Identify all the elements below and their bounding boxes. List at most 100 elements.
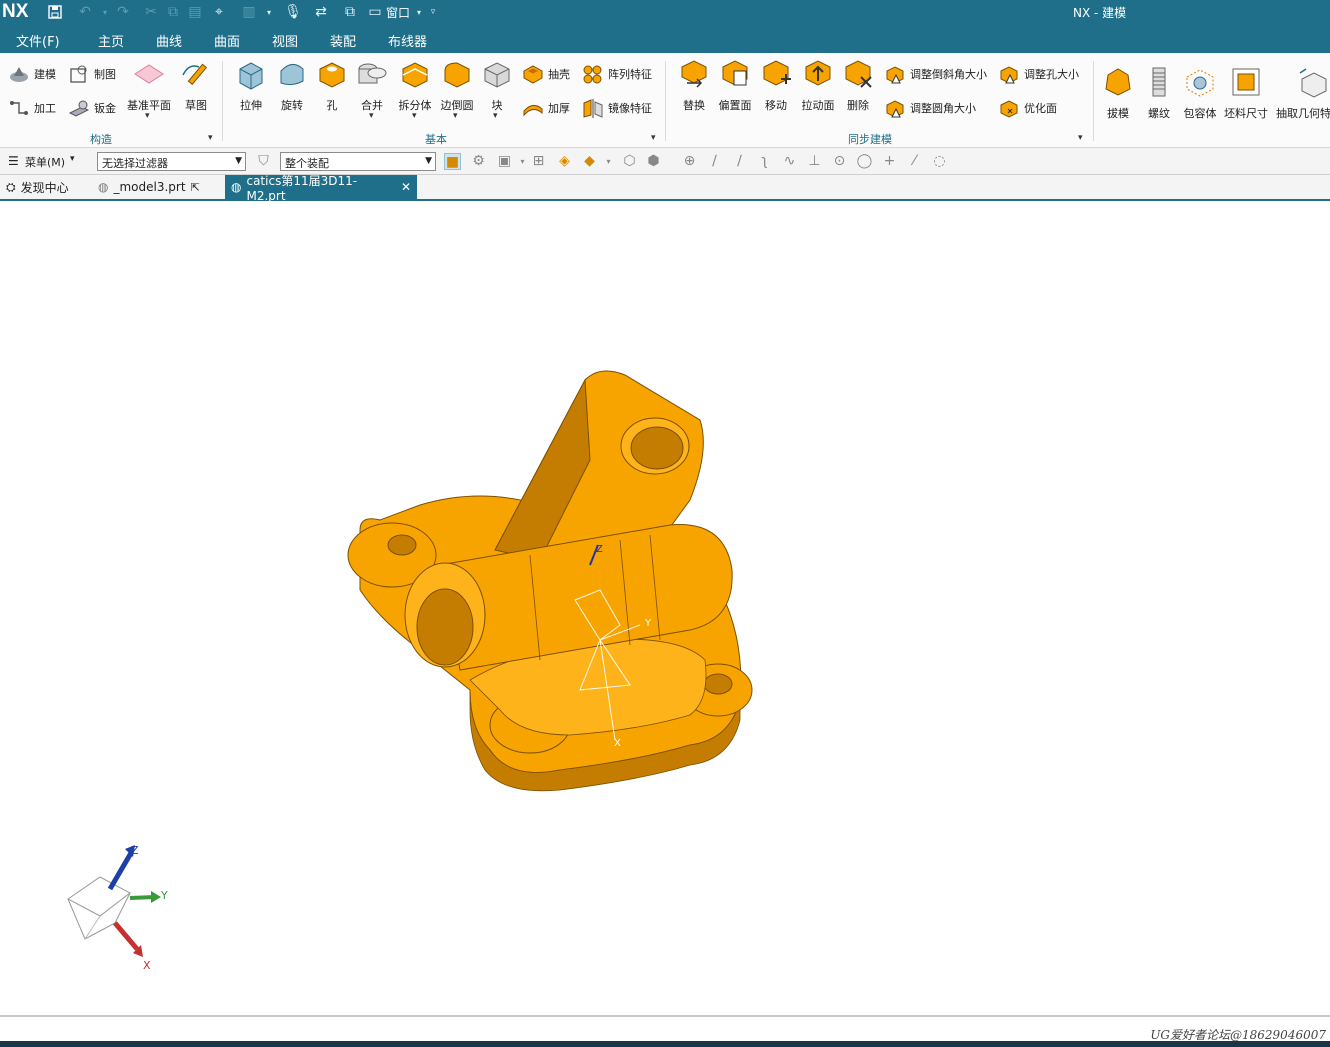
shell-label: 抽壳 [548,68,570,81]
sync-group-expand-icon[interactable]: ▾ [1078,133,1083,143]
sheet-metal-button[interactable]: 钣金 [68,97,116,119]
sketch-button[interactable]: 草图 [178,57,214,113]
menu-assembly[interactable]: 装配 [330,31,356,50]
cut-icon[interactable]: ✂ [142,3,160,21]
extract-geometry-button[interactable]: 抽取几何特 [1276,65,1330,121]
optimize-face-button[interactable]: 优化面 [998,97,1057,119]
touch-mode-icon[interactable]: ⇄ [312,3,330,21]
replace-face-button[interactable]: 替换 [676,57,712,113]
tab-model3[interactable]: ◍ _model3.prt ⇱ [92,175,206,199]
component-dropdown-icon[interactable]: ▾ [514,153,531,170]
circle-point-icon[interactable]: ◯ [856,153,873,170]
draft-button[interactable]: 拔模 [1100,65,1136,121]
filter-icon[interactable]: ⛉ [255,153,272,170]
menu-home[interactable]: 主页 [98,31,125,55]
view-wireframe-icon[interactable]: ⬢ [645,153,662,170]
menu-hamburger-icon[interactable]: ☰ [8,154,19,168]
save-icon[interactable] [46,3,64,21]
offset-region-button[interactable]: 偏置面 [716,57,754,113]
select-edge-icon[interactable]: ◆ [581,153,598,170]
block-dropdown-icon[interactable]: ▾ [493,111,498,121]
snap-point-icon[interactable]: ⊕ [681,153,698,170]
menu-routing[interactable]: 布线器 [388,31,427,50]
datum-plane-button[interactable]: 基准平面 [126,57,172,113]
point-on-face-icon[interactable]: ◌ [931,153,948,170]
switch-window-icon[interactable]: ⧉ [341,3,359,21]
close-icon[interactable]: ✕ [401,180,411,194]
extrude-button[interactable]: 拉伸 [232,57,270,113]
menu-button[interactable]: 菜单(M) [25,154,65,170]
drafting-button[interactable]: 制图 [68,63,116,85]
edge-blend-dropdown-icon[interactable]: ▾ [453,111,458,121]
paste-icon[interactable]: ▤ [186,3,204,21]
datum-plane-dropdown-icon[interactable]: ▾ [145,111,150,121]
select-body-icon[interactable]: ■ [444,153,461,170]
existing-point-icon[interactable]: + [881,153,898,170]
document-tabs: ⛭ 发现中心 ◍ _model3.prt ⇱ ◍ catics第11届3D11-… [0,174,1330,203]
move-face-button[interactable]: 移动 [758,57,794,113]
menu-curve[interactable]: 曲线 [156,31,182,50]
hole-button[interactable]: 孔 [314,57,350,113]
unite-dropdown-icon[interactable]: ▾ [369,111,374,121]
undo-dropdown-icon[interactable]: ▾ [96,3,114,21]
revolve-button[interactable]: 旋转 [274,57,310,113]
quadrant-point-icon[interactable]: ⊙ [831,153,848,170]
part-model: Z Y X [347,370,753,792]
window-menu[interactable]: 窗口 [386,4,410,21]
redo-icon[interactable]: ↷ [114,3,132,21]
bounding-body-button[interactable]: 包容体 [1180,65,1220,121]
menu-file[interactable]: 文件(F) [16,31,60,50]
block-button[interactable]: 块 [480,57,514,113]
thread-button[interactable]: 螺纹 [1142,65,1176,121]
split-body-dropdown-icon[interactable]: ▾ [412,111,417,121]
window-icon[interactable]: ▭ [366,3,384,21]
tab-discovery-center[interactable]: ⛭ 发现中心 [0,175,75,199]
chevron-down-icon: ▼ [425,156,432,166]
paste-special-icon[interactable]: ▥ [240,3,258,21]
control-point-icon[interactable]: ʅ [756,153,773,170]
stock-size-button[interactable]: 坯料尺寸 [1222,65,1270,121]
edge-blend-button[interactable]: 边倒圆 [438,57,476,113]
pull-face-button[interactable]: 拉动面 [798,57,838,113]
mirror-feature-button[interactable]: 镜像特征 [582,97,652,119]
graphics-window[interactable]: Z Y X Z Y X [0,201,1330,1015]
select-all-icon[interactable]: ⊞ [530,153,547,170]
select-face-icon[interactable]: ◈ [556,153,573,170]
end-point-icon[interactable]: ∕ [706,153,723,170]
menu-dropdown-icon[interactable]: ▾ [70,154,75,164]
tab-catics-m2[interactable]: ◍ catics第11届3D11-M2.prt ✕ [225,174,417,203]
split-body-button[interactable]: 拆分体 [396,57,434,113]
construct-group-expand-icon[interactable]: ▾ [208,133,213,143]
copy-display-icon[interactable]: ⌖ [210,3,228,21]
mid-point-icon[interactable]: ∕ [731,153,748,170]
modeling-button[interactable]: 建模 [8,63,56,85]
arc-center-icon[interactable]: ⊥ [806,153,823,170]
intersection-point-icon[interactable]: ∿ [781,153,798,170]
delete-face-button[interactable]: 删除 [840,57,876,113]
resize-chamfer-button[interactable]: 调整倒斜角大小 [884,63,987,85]
basic-group-expand-icon[interactable]: ▾ [651,133,656,143]
edge-dropdown-icon[interactable]: ▾ [600,153,617,170]
select-feature-icon[interactable]: ⚙ [470,153,487,170]
resize-hole-button[interactable]: 调整孔大小 [998,63,1079,85]
undo-icon[interactable]: ↶ [76,3,94,21]
microphone-icon[interactable]: 🎙 [284,3,302,21]
view-triad[interactable]: Z Y X [55,841,185,976]
wcs-y-label: Y [644,618,652,629]
type-filter-select[interactable]: 无选择过滤器 ▼ [97,152,246,171]
customize-quick-access-icon[interactable]: ▿ [424,3,442,21]
manufacturing-button[interactable]: 加工 [8,97,56,119]
thicken-button[interactable]: 加厚 [522,97,570,119]
shell-button[interactable]: 抽壳 [522,63,570,85]
view-cube-icon[interactable]: ⬡ [621,153,638,170]
selection-scope-select[interactable]: 整个装配 ▼ [280,152,436,171]
menu-view[interactable]: 视图 [272,31,298,50]
paste-dropdown-icon[interactable]: ▾ [260,3,278,21]
pattern-feature-button[interactable]: 阵列特征 [582,63,652,85]
menu-surface[interactable]: 曲面 [214,31,240,50]
point-on-curve-icon[interactable]: ⁄ [906,153,923,170]
copy-icon[interactable]: ⧉ [164,3,182,21]
select-component-icon[interactable]: ▣ [496,153,513,170]
resize-blend-button[interactable]: 调整圆角大小 [884,97,976,119]
unite-button[interactable]: 合并 [354,57,390,113]
